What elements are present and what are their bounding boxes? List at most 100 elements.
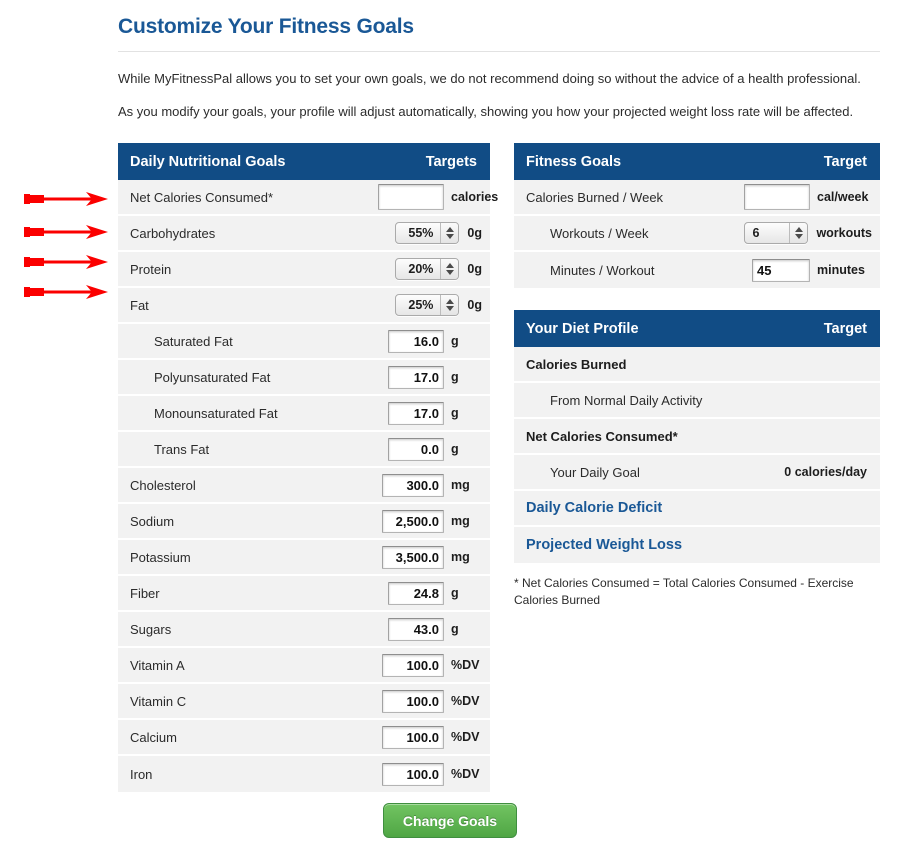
table-row: Trans Fat g: [118, 432, 490, 468]
row-control: g: [388, 396, 482, 430]
row-label: Workouts / Week: [550, 225, 649, 241]
stepper-control[interactable]: 55%: [395, 222, 460, 244]
value-input[interactable]: [382, 689, 444, 713]
stepper-arrows[interactable]: [440, 295, 459, 315]
row-label: Your Daily Goal: [550, 464, 640, 480]
row-label: Calories Burned: [526, 356, 627, 372]
stepper-value: 20%: [408, 262, 434, 276]
row-control: mg: [382, 504, 482, 538]
panel-title: Fitness Goals: [526, 153, 622, 170]
row-control: %DV: [382, 720, 482, 754]
table-row: Cholesterol mg: [118, 468, 490, 504]
chevron-down-icon[interactable]: [445, 306, 454, 311]
value-input[interactable]: [388, 401, 444, 425]
stepper-control[interactable]: 20%: [395, 258, 460, 280]
change-goals-button[interactable]: Change Goals: [383, 803, 517, 838]
value-input[interactable]: [388, 617, 444, 641]
row-unit: g: [451, 442, 459, 456]
row-label: Vitamin A: [130, 657, 185, 673]
row-control: [867, 419, 880, 453]
value-input[interactable]: [382, 725, 444, 749]
nutrition-rows: Net Calories Consumed* calories Carbohydra…: [118, 180, 498, 792]
value-input[interactable]: [388, 437, 444, 461]
value-input[interactable]: [388, 581, 444, 605]
row-control: g: [388, 432, 482, 466]
value-input[interactable]: [382, 509, 444, 533]
red-arrow-icon: [24, 283, 108, 301]
stepper-arrows[interactable]: [789, 223, 808, 243]
row-control: %DV: [382, 648, 482, 682]
table-row: Calcium %DV: [118, 720, 490, 756]
row-unit: workouts: [816, 226, 872, 240]
table-row: Your Daily Goal 0 calories/day: [514, 455, 880, 491]
table-row: Protein 20% 0g: [118, 252, 490, 288]
daily-nutritional-goals-panel: Daily Nutritional Goals Targets Net Calo…: [118, 143, 498, 792]
row-control: %DV: [382, 684, 482, 718]
row-label: Daily Calorie Deficit: [526, 500, 663, 516]
chevron-down-icon[interactable]: [445, 270, 454, 275]
row-unit: %DV: [451, 694, 480, 708]
table-row: Polyunsaturated Fat g: [118, 360, 490, 396]
chevron-up-icon[interactable]: [445, 299, 454, 304]
panel-title: Your Diet Profile: [526, 320, 639, 337]
row-unit: minutes: [817, 263, 865, 277]
value-input[interactable]: [382, 473, 444, 497]
row-control: calories: [378, 180, 498, 214]
row-value: 0 calories/day: [784, 465, 867, 479]
value-input[interactable]: [752, 258, 810, 282]
left-column: Daily Nutritional Goals Targets Net Calo…: [118, 143, 498, 814]
row-label: Vitamin C: [130, 693, 187, 709]
panel-target-header: Target: [823, 153, 867, 170]
row-label: Carbohydrates: [130, 225, 216, 241]
stepper-value: 6: [752, 226, 760, 240]
chevron-up-icon[interactable]: [794, 227, 803, 232]
table-row: Calories Burned / Week cal/week: [514, 180, 880, 216]
value-input[interactable]: [378, 184, 444, 210]
row-unit: %DV: [451, 730, 480, 744]
row-unit: cal/week: [817, 190, 869, 204]
row-control: g: [388, 612, 482, 646]
value-input[interactable]: [388, 365, 444, 389]
row-control: mg: [382, 468, 482, 502]
footnote: * Net Calories Consumed = Total Calories…: [514, 576, 854, 607]
row-label: Protein: [130, 261, 172, 277]
stepper-value: 25%: [408, 298, 434, 312]
diet-profile-rows: Calories Burned From Normal Daily Activit…: [514, 347, 880, 563]
page-title: Customize Your Fitness Goals: [118, 15, 414, 38]
chevron-down-icon[interactable]: [445, 234, 454, 239]
red-arrow-icon: [24, 190, 108, 208]
row-label: Monounsaturated Fat: [154, 405, 278, 421]
value-input[interactable]: [382, 762, 444, 786]
value-input[interactable]: [382, 545, 444, 569]
stepper-arrows[interactable]: [440, 223, 459, 243]
table-row: Fiber g: [118, 576, 490, 612]
stepper-control[interactable]: 6: [744, 222, 809, 244]
value-input[interactable]: [744, 184, 810, 210]
value-input[interactable]: [388, 329, 444, 353]
diet-profile-panel: Your Diet Profile Target Calories Burned…: [514, 310, 880, 609]
row-label: From Normal Daily Activity: [550, 392, 703, 408]
panel-target-header: Target: [823, 320, 867, 337]
stepper-control[interactable]: 25%: [395, 294, 460, 316]
table-row: Workouts / Week 6 workouts: [514, 216, 880, 252]
red-arrow-icon: [24, 223, 108, 241]
chevron-down-icon[interactable]: [794, 234, 803, 239]
chevron-up-icon[interactable]: [445, 263, 454, 268]
row-control: [867, 527, 880, 563]
row-label: Trans Fat: [154, 441, 210, 457]
value-input[interactable]: [382, 653, 444, 677]
row-label: Calcium: [130, 729, 177, 745]
stepper-arrows[interactable]: [440, 259, 459, 279]
row-control: [867, 383, 880, 417]
panel-target-header: Targets: [425, 153, 477, 170]
row-unit: 0g: [467, 262, 482, 276]
row-label: Fiber: [130, 585, 160, 601]
table-row: Potassium mg: [118, 540, 490, 576]
table-row: Iron %DV: [118, 756, 490, 792]
row-label: Minutes / Workout: [550, 262, 655, 278]
chevron-up-icon[interactable]: [445, 227, 454, 232]
table-row: Net Calories Consumed* calories: [118, 180, 498, 216]
row-label: Fat: [130, 297, 149, 313]
table-row: Minutes / Workout minutes: [514, 252, 880, 288]
intro-paragraph-1: While MyFitnessPal allows you to set you…: [118, 71, 861, 86]
